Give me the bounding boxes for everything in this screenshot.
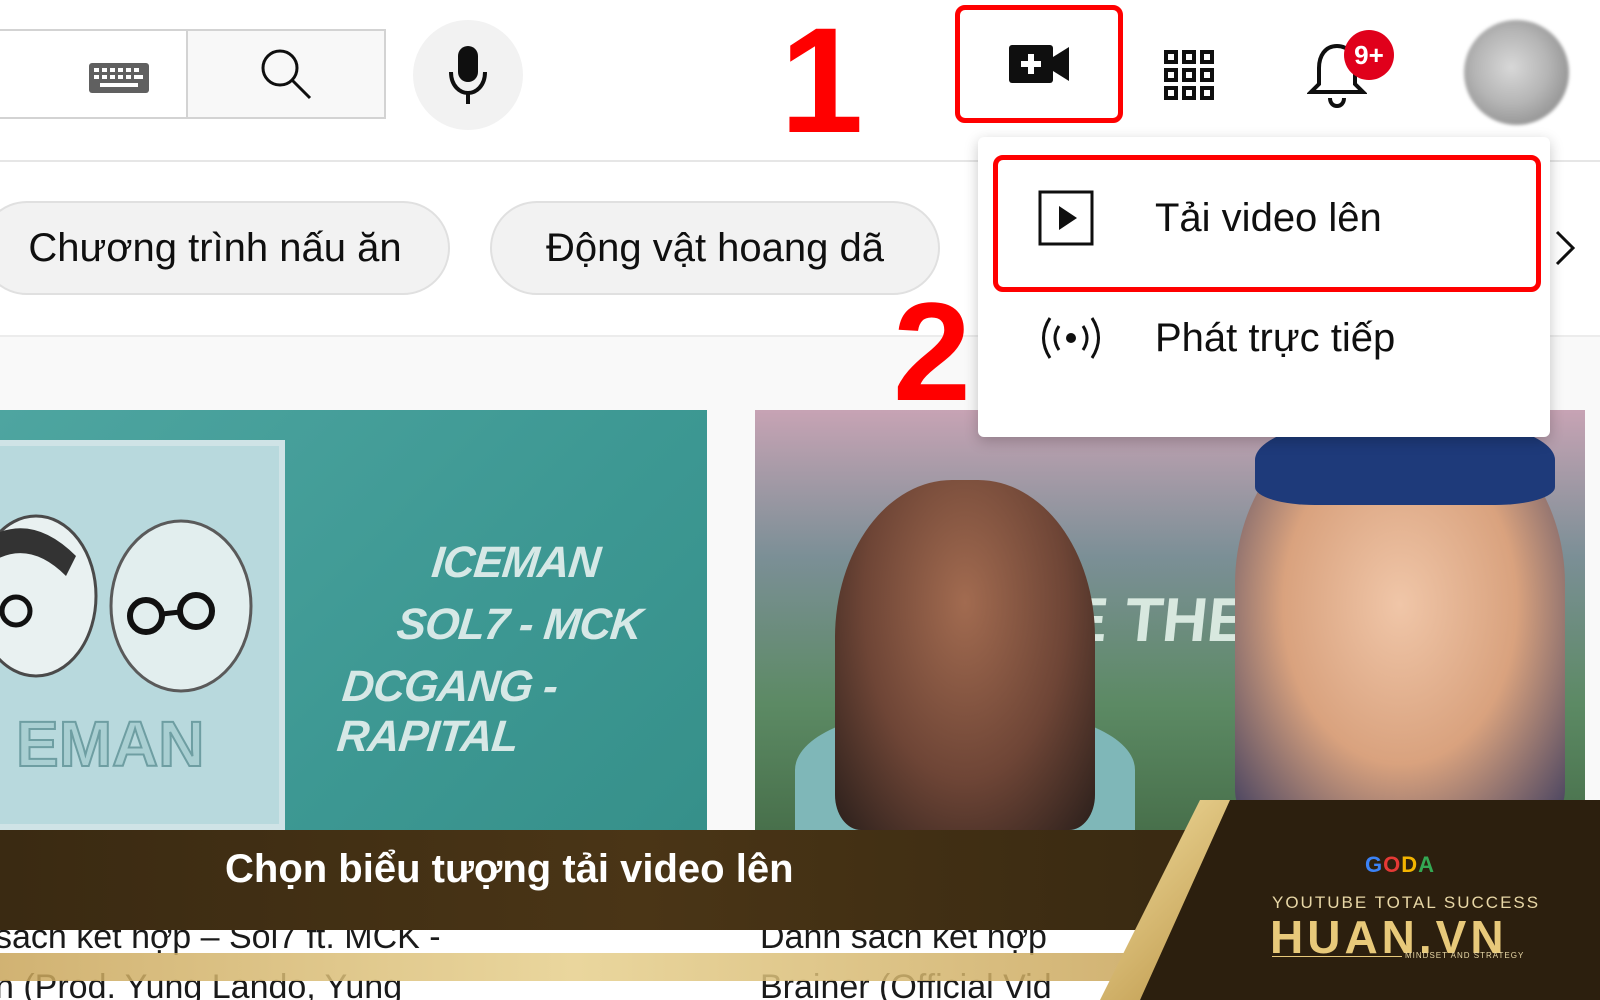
create-video-button[interactable] bbox=[955, 5, 1123, 123]
svg-text:EMAN: EMAN bbox=[16, 708, 204, 780]
banner-caption: Chọn biểu tượng tải video lên bbox=[225, 847, 794, 891]
video-thumbnail-music[interactable]: VE THE F bbox=[755, 410, 1585, 830]
search-button[interactable] bbox=[186, 29, 386, 119]
avatar[interactable] bbox=[1464, 20, 1569, 125]
banner-gold-strip bbox=[0, 953, 1150, 981]
upload-highlight-annotation bbox=[993, 155, 1541, 292]
thumbnail-text-line-1: ICEMAN bbox=[429, 538, 603, 587]
thumbnail-text-line-3: DCGANG - RAPITAL bbox=[334, 662, 560, 761]
logo-tagline: MINDSET AND STRATEGY bbox=[1405, 951, 1525, 960]
video-thumbnail-iceman[interactable]: EMAN ICEMAN SOL7 - MCK DCGANG - RAPITAL bbox=[0, 410, 707, 830]
notification-badge: 9+ bbox=[1344, 30, 1394, 80]
chevron-right-icon[interactable] bbox=[1553, 228, 1577, 268]
menu-item-go-live[interactable]: Phát trực tiếp bbox=[978, 283, 1550, 393]
illustration-faces: EMAN bbox=[0, 514, 253, 781]
goda-logo: GODA bbox=[1365, 852, 1436, 877]
video-camera-plus-icon bbox=[1009, 45, 1069, 83]
step-1-annotation: 1 bbox=[780, 0, 864, 164]
thumbnail-poster-art: EMAN bbox=[0, 440, 285, 830]
microphone-icon bbox=[449, 46, 487, 104]
keyboard-icon[interactable] bbox=[88, 62, 150, 94]
step-2-annotation: 2 bbox=[893, 273, 971, 430]
voice-search-button[interactable] bbox=[413, 20, 523, 130]
menu-item-label: Phát trực tiếp bbox=[1155, 315, 1396, 360]
search-icon bbox=[261, 49, 312, 100]
logo-divider bbox=[1272, 956, 1402, 957]
chip-cooking-shows[interactable]: Chương trình nấu ăn bbox=[0, 201, 450, 295]
chip-wildlife[interactable]: Động vật hoang dã bbox=[490, 201, 940, 295]
apps-grid-icon[interactable] bbox=[1163, 49, 1215, 101]
thumbnail-text-line-2: SOL7 - MCK bbox=[394, 600, 644, 649]
live-broadcast-icon bbox=[1042, 317, 1100, 359]
thumbnail-person-left bbox=[835, 480, 1095, 830]
